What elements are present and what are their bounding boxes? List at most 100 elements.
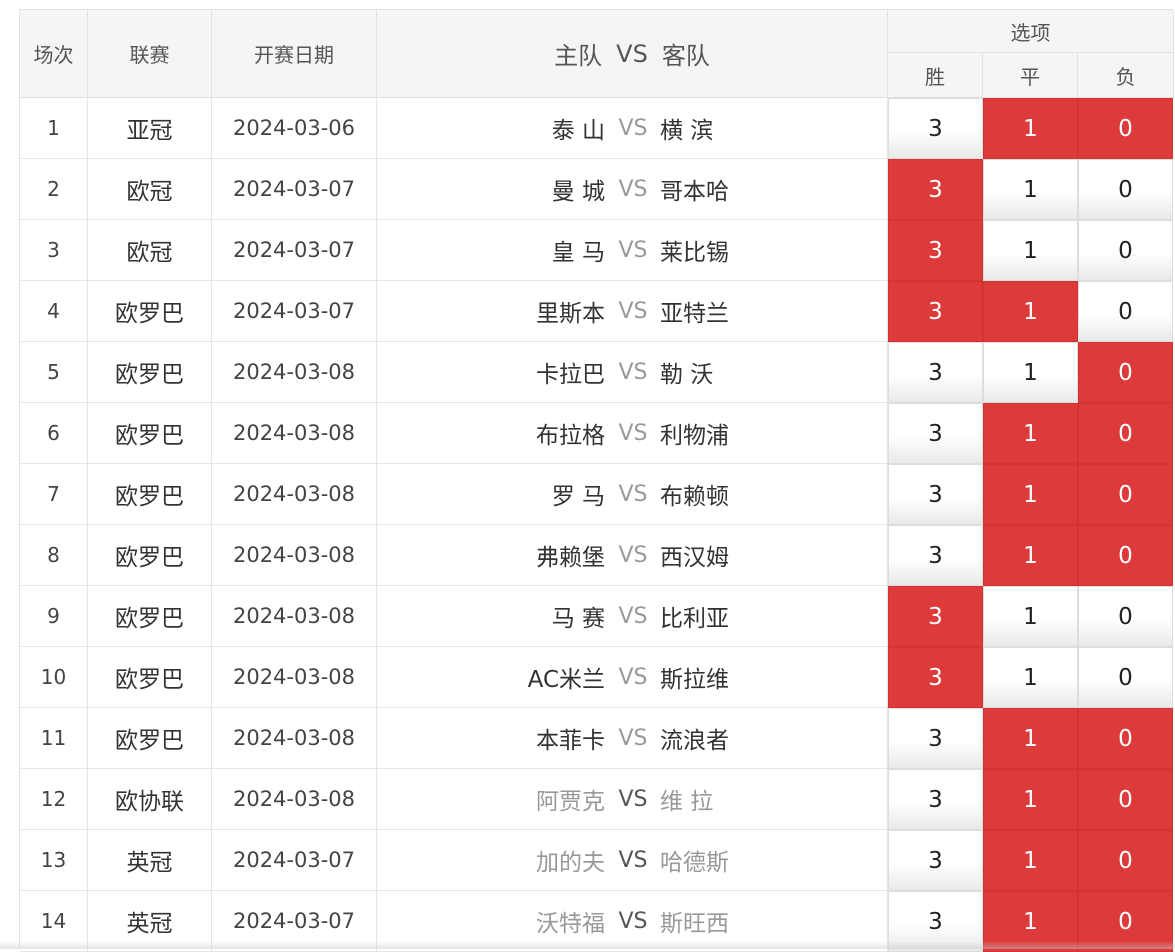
option-win-button[interactable]: 3	[888, 98, 983, 159]
option-win-button[interactable]: 3	[888, 830, 983, 891]
row-league: 亚冠	[88, 98, 212, 159]
row-league: 欧冠	[88, 220, 212, 281]
table-row: 5 欧罗巴 2024-03-08 卡拉巴 VS 勒 沃 310	[20, 342, 1174, 403]
home-team: 卡拉巴	[536, 362, 605, 388]
vs-label: VS	[618, 725, 648, 751]
row-date: 2024-03-08	[212, 586, 377, 647]
option-loss-button[interactable]: 0	[1078, 281, 1173, 342]
home-team: AC米兰	[527, 667, 605, 693]
row-index: 1	[20, 98, 88, 159]
row-index: 4	[20, 281, 88, 342]
row-date: 2024-03-08	[212, 647, 377, 708]
option-draw-button[interactable]: 1	[983, 342, 1078, 403]
header-draw: 平	[983, 53, 1078, 98]
vs-label: VS	[618, 542, 648, 568]
option-loss-button[interactable]: 0	[1078, 769, 1173, 830]
option-loss-button[interactable]: 0	[1078, 586, 1173, 647]
option-draw-button[interactable]: 1	[983, 159, 1078, 220]
option-win-button[interactable]: 3	[888, 464, 983, 525]
option-win-button[interactable]: 3	[888, 708, 983, 769]
option-loss-button[interactable]: 0	[1078, 342, 1173, 403]
option-loss-button[interactable]: 0	[1078, 708, 1173, 769]
row-league: 欧协联	[88, 769, 212, 830]
row-date: 2024-03-08	[212, 525, 377, 586]
option-loss-button[interactable]: 0	[1078, 98, 1173, 159]
row-match: 马 赛 VS 比利亚	[377, 586, 888, 647]
option-loss-button[interactable]: 0	[1078, 525, 1173, 586]
vs-label: VS	[618, 481, 648, 507]
row-date: 2024-03-07	[212, 220, 377, 281]
option-loss-button[interactable]: 0	[1078, 403, 1173, 464]
option-win-button[interactable]: 3	[888, 586, 983, 647]
home-team: 马 赛	[551, 606, 605, 632]
option-draw-button[interactable]: 1	[983, 830, 1078, 891]
option-draw-button[interactable]: 1	[983, 281, 1078, 342]
option-draw-button[interactable]: 1	[983, 403, 1078, 464]
row-date: 2024-03-08	[212, 342, 377, 403]
option-loss-button[interactable]: 0	[1078, 464, 1173, 525]
vs-label: VS	[618, 908, 648, 934]
row-league: 欧罗巴	[88, 525, 212, 586]
row-match: 曼 城 VS 哥本哈	[377, 159, 888, 220]
row-date: 2024-03-07	[212, 159, 377, 220]
header-win: 胜	[888, 53, 983, 98]
option-win-button[interactable]: 3	[888, 647, 983, 708]
option-win-button[interactable]: 3	[888, 342, 983, 403]
home-team: 里斯本	[536, 301, 605, 327]
home-team: 阿贾克	[536, 789, 605, 815]
table-row: 2 欧冠 2024-03-07 曼 城 VS 哥本哈 3 1 0	[20, 159, 1174, 220]
option-loss-button[interactable]: 0	[1078, 647, 1173, 708]
option-loss-button[interactable]: 0	[1078, 220, 1173, 281]
row-match: 本菲卡 VS 流浪者	[377, 708, 888, 769]
vs-label: VS	[618, 237, 648, 263]
option-win-button[interactable]: 3	[888, 769, 983, 830]
table-row: 13 英冠 2024-03-07 加的夫 VS 哈德斯 3 1 0	[20, 830, 1174, 891]
option-draw-button[interactable]: 1	[983, 98, 1078, 159]
row-index: 11	[20, 708, 88, 769]
row-date: 2024-03-08	[212, 403, 377, 464]
row-league: 欧罗巴	[88, 403, 212, 464]
option-win-button[interactable]: 3	[888, 525, 983, 586]
vs-label: VS	[618, 176, 648, 202]
home-team: 布拉格	[536, 423, 605, 449]
home-team: 罗 马	[551, 484, 605, 510]
vs-label: VS	[618, 359, 648, 385]
table-row: 1 亚冠 2024-03-06 泰 山 VS 横 滨310	[20, 98, 1174, 159]
option-draw-button[interactable]: 1	[983, 769, 1078, 830]
option-draw-button[interactable]: 1	[983, 647, 1078, 708]
vs-label: VS	[618, 664, 648, 690]
header-home: 主队	[554, 42, 603, 70]
option-win-button[interactable]: 3	[888, 159, 983, 220]
option-loss-button[interactable]: 0	[1078, 159, 1173, 220]
row-date: 2024-03-07	[212, 830, 377, 891]
option-draw-button[interactable]: 1	[983, 586, 1078, 647]
table-row: 9 欧罗巴 2024-03-08 马 赛 VS 比利亚 3 1 0	[20, 586, 1174, 647]
header-date: 开赛日期	[212, 10, 377, 98]
vs-label: VS	[618, 847, 648, 873]
row-league: 欧罗巴	[88, 586, 212, 647]
option-draw-button[interactable]: 1	[983, 220, 1078, 281]
row-match: AC米兰 VS 斯拉维	[377, 647, 888, 708]
row-index: 10	[20, 647, 88, 708]
option-draw-button[interactable]: 1	[983, 525, 1078, 586]
home-team: 弗赖堡	[536, 545, 605, 571]
header-vs: VS	[616, 39, 648, 68]
away-team: 哈德斯	[660, 850, 729, 876]
row-index: 6	[20, 403, 88, 464]
vs-label: VS	[618, 603, 648, 629]
home-team: 本菲卡	[536, 728, 605, 754]
option-draw-button[interactable]: 1	[983, 464, 1078, 525]
option-win-button[interactable]: 3	[888, 403, 983, 464]
row-match: 阿贾克 VS 维 拉	[377, 769, 888, 830]
row-match: 泰 山 VS 横 滨	[377, 98, 888, 159]
option-win-button[interactable]: 3	[888, 281, 983, 342]
option-win-button[interactable]: 3	[888, 220, 983, 281]
option-draw-button[interactable]: 1	[983, 708, 1078, 769]
home-team: 皇 马	[551, 240, 605, 266]
row-index: 13	[20, 830, 88, 891]
header-index: 场次	[20, 10, 88, 98]
table-row: 10 欧罗巴 2024-03-08 AC米兰 VS 斯拉维 3 1 0	[20, 647, 1174, 708]
option-loss-button[interactable]: 0	[1078, 830, 1173, 891]
away-team: 西汉姆	[660, 545, 729, 571]
row-match: 布拉格 VS 利物浦	[377, 403, 888, 464]
